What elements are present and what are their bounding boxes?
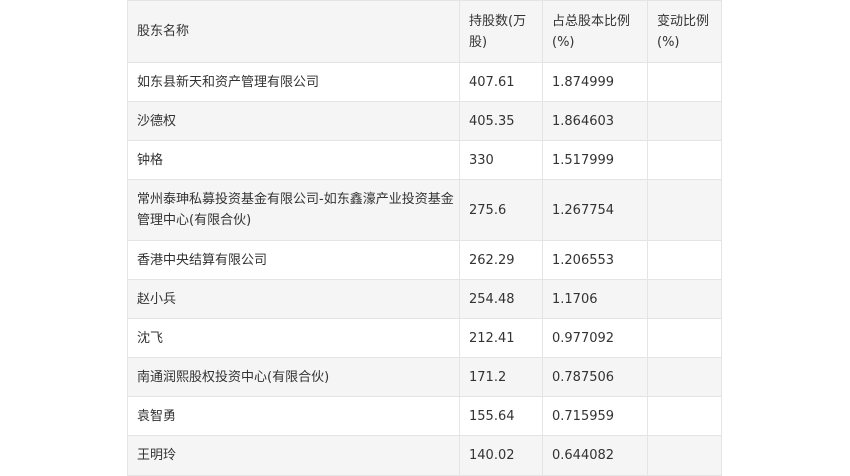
cell-shareholder-name: 沙德权 [127,101,460,141]
cell-share-ratio: 1.1706 [542,279,648,319]
table-row: 如东县新天和资产管理有限公司 407.61 1.874999 [127,62,722,102]
cell-shareholder-name: 沈飞 [127,318,460,358]
cell-change-ratio [647,101,722,141]
cell-share-ratio: 0.787506 [542,357,648,397]
cell-change-ratio [647,396,722,436]
cell-shares-held: 155.64 [459,396,543,436]
cell-shareholder-name: 香港中央结算有限公司 [127,240,460,280]
header-shares-held: 持股数(万股) [459,0,543,63]
cell-share-ratio: 1.206553 [542,240,648,280]
cell-shares-held: 254.48 [459,279,543,319]
cell-change-ratio [647,435,722,476]
table-row: 沙德权 405.35 1.864603 [127,101,722,141]
table-header: 股东名称 持股数(万股) 占总股本比例(%) 变动比例(%) [127,0,722,63]
header-share-ratio: 占总股本比例(%) [542,0,648,63]
cell-shareholder-name: 常州泰珅私募投资基金有限公司-如东鑫濠产业投资基金管理中心(有限合伙) [127,179,460,241]
cell-shares-held: 171.2 [459,357,543,397]
table-row: 王明玲 140.02 0.644082 [127,435,722,476]
cell-change-ratio [647,318,722,358]
cell-share-ratio: 1.864603 [542,101,648,141]
cell-shares-held: 140.02 [459,435,543,476]
cell-change-ratio [647,357,722,397]
cell-change-ratio [647,240,722,280]
cell-share-ratio: 0.977092 [542,318,648,358]
cell-shares-held: 212.41 [459,318,543,358]
cell-change-ratio [647,62,722,102]
cell-shareholder-name: 钟格 [127,140,460,180]
cell-share-ratio: 0.644082 [542,435,648,476]
table-row: 南通润熙股权投资中心(有限合伙) 171.2 0.787506 [127,357,722,397]
table-row: 钟格 330 1.517999 [127,140,722,180]
cell-share-ratio: 1.267754 [542,179,648,241]
cell-shareholder-name: 赵小兵 [127,279,460,319]
cell-shares-held: 407.61 [459,62,543,102]
table-row: 袁智勇 155.64 0.715959 [127,396,722,436]
shareholder-table-container: 股东名称 持股数(万股) 占总股本比例(%) 变动比例(%) 如东县新天和资产管… [127,0,722,476]
cell-shares-held: 262.29 [459,240,543,280]
shareholder-table: 股东名称 持股数(万股) 占总股本比例(%) 变动比例(%) 如东县新天和资产管… [127,0,722,476]
cell-shareholder-name: 如东县新天和资产管理有限公司 [127,62,460,102]
cell-change-ratio [647,179,722,241]
cell-change-ratio [647,140,722,180]
table-row: 常州泰珅私募投资基金有限公司-如东鑫濠产业投资基金管理中心(有限合伙) 275.… [127,179,722,241]
cell-shares-held: 405.35 [459,101,543,141]
table-row: 香港中央结算有限公司 262.29 1.206553 [127,240,722,280]
cell-shareholder-name: 袁智勇 [127,396,460,436]
cell-share-ratio: 1.874999 [542,62,648,102]
cell-shareholder-name: 王明玲 [127,435,460,476]
cell-shares-held: 330 [459,140,543,180]
header-row: 股东名称 持股数(万股) 占总股本比例(%) 变动比例(%) [127,0,722,63]
header-change-ratio: 变动比例(%) [647,0,722,63]
cell-share-ratio: 0.715959 [542,396,648,436]
cell-shareholder-name: 南通润熙股权投资中心(有限合伙) [127,357,460,397]
table-row: 赵小兵 254.48 1.1706 [127,279,722,319]
header-shareholder-name: 股东名称 [127,0,460,63]
table-body: 如东县新天和资产管理有限公司 407.61 1.874999 沙德权 405.3… [127,62,722,476]
table-row: 沈飞 212.41 0.977092 [127,318,722,358]
cell-share-ratio: 1.517999 [542,140,648,180]
cell-shares-held: 275.6 [459,179,543,241]
cell-change-ratio [647,279,722,319]
